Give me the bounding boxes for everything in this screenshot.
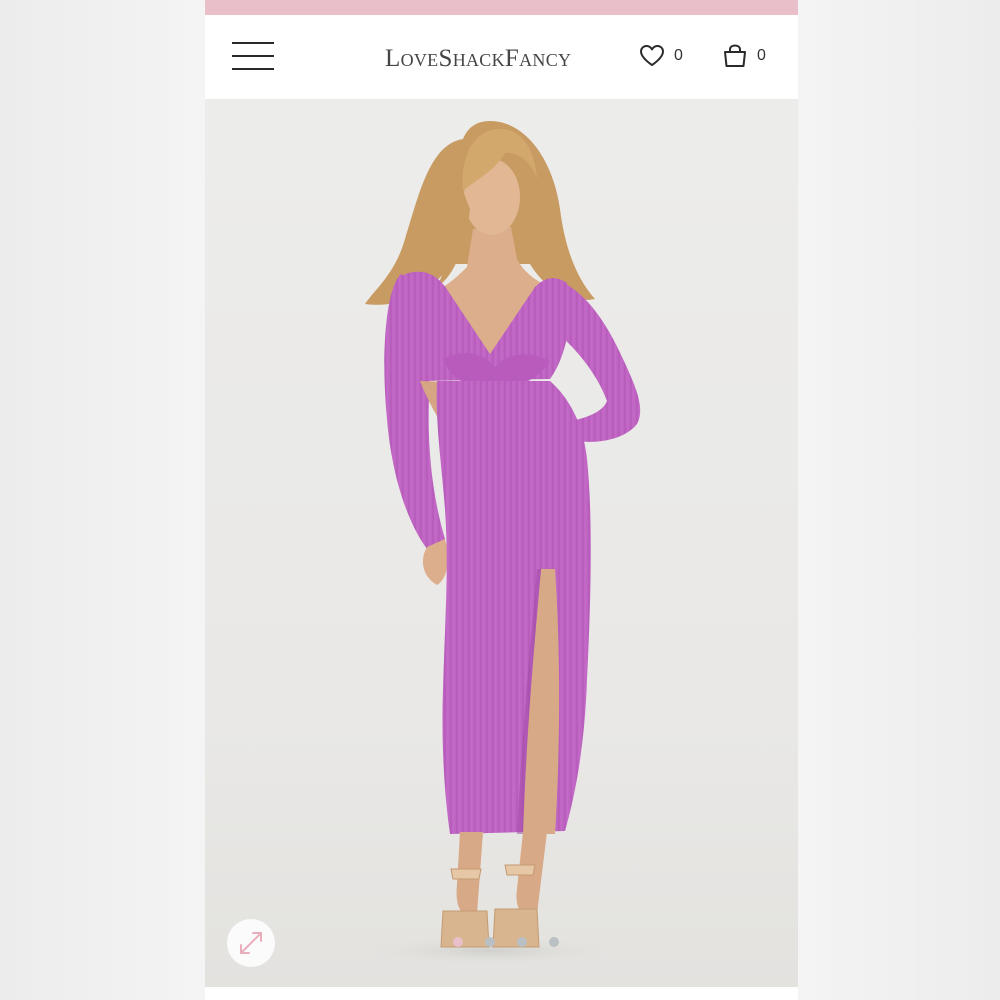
cart-count: 0 [757,47,766,64]
zoom-button[interactable] [227,919,275,967]
page-bottom [205,987,798,1000]
product-photo-illustration [350,121,641,967]
brand-logo[interactable]: LOVESHACKFANCY [385,42,620,72]
carousel-dot[interactable] [453,937,463,947]
brand-logo-wordmark: LOVESHACKFANCY [385,45,571,72]
carousel-dot[interactable] [517,937,527,947]
menu-button[interactable] [232,42,274,72]
product-page: LOVESHACKFANCY 0 0 [205,0,798,1000]
carousel-dots [453,937,559,949]
promo-strip [205,0,798,15]
heart-icon [640,45,664,66]
wishlist-count: 0 [674,47,683,64]
carousel-dot[interactable] [549,937,559,947]
cart-button[interactable]: 0 [722,44,772,70]
shopping-bag-icon [724,44,746,67]
svg-text:LOVESHACKFANCY: LOVESHACKFANCY [385,45,571,72]
expand-arrows-icon [240,932,262,954]
carousel-dot[interactable] [485,937,495,947]
wishlist-button[interactable]: 0 [639,44,689,70]
product-image[interactable] [205,99,798,987]
site-header: LOVESHACKFANCY 0 0 [205,15,798,99]
